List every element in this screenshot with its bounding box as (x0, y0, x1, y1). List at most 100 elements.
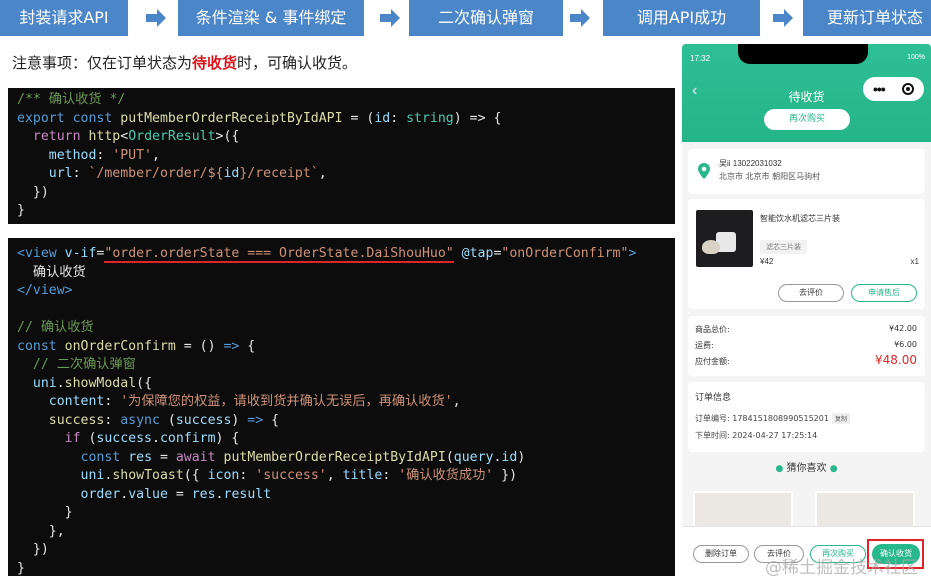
code-token: , (326, 468, 343, 483)
dot-icon: ● (775, 464, 784, 474)
code-token: . (215, 486, 224, 502)
code-token: => (247, 412, 264, 428)
code-token: ) (517, 449, 526, 465)
code-token: `/member/order/${ (88, 166, 224, 181)
code-token: ({ (183, 468, 208, 483)
guess-text: 猜你喜欢 (786, 463, 827, 474)
watermark: @稀土掘金技术社区 (765, 558, 918, 578)
review-button[interactable]: 去评价 (778, 284, 844, 302)
flow-step-2: 条件渲染 & 事件绑定 (178, 0, 364, 36)
code-token: . (120, 486, 129, 502)
copy-button[interactable]: 复制 (831, 413, 850, 424)
code-token: : (104, 412, 121, 428)
process-flow: 封装请求API 条件渲染 & 事件绑定 二次确认弹窗 调用API成功 更新订单状… (0, 0, 931, 38)
code-comment: /** 确认收货 */ (17, 92, 126, 107)
code-token: res (191, 486, 216, 502)
code-token: confirm (159, 431, 216, 446)
code-token: } (64, 505, 73, 520)
code-token: }) (32, 542, 49, 557)
code-token: export (17, 110, 65, 126)
goods-name[interactable]: 智能饮水机滤芯三片装 (760, 213, 840, 224)
code-token: success (175, 412, 232, 428)
code-token: @tap (461, 246, 494, 261)
order-number: 订单编号: 1784151808990515201 复制 (695, 413, 850, 424)
price-row: 运费: ¥6.00 (695, 340, 917, 351)
delete-order-button[interactable]: 删除订单 (693, 545, 749, 563)
goods-image-cat (702, 240, 720, 254)
code-token: if (64, 431, 81, 446)
dot-icon: ● (829, 464, 838, 474)
order-time: 下单时间: 2024-04-27 17:25:14 (695, 431, 818, 440)
code-token: = () (175, 338, 224, 354)
code-token: return (32, 129, 81, 144)
note-text: 注意事项：仅在订单状态为待收货时，可确认收货。 (12, 52, 357, 73)
code-token: }) (493, 468, 518, 483)
code-token: id (374, 110, 391, 126)
address-name-phone: 吴ii 13022031032 (719, 159, 782, 168)
code-token: putMemberOrderReceiptByIdAPI (120, 110, 343, 126)
code-token: result (223, 486, 272, 502)
code-token: >({ (215, 129, 240, 144)
goods-price: ¥42 (760, 257, 774, 266)
code-token: OrderResult (128, 129, 216, 144)
guess-you-like-title: ● 猜你喜欢 ● (682, 459, 931, 474)
goods-image[interactable] (696, 210, 753, 267)
price-row: 应付金额: ¥48.00 (695, 353, 917, 367)
price-label: 应付金额: (695, 357, 730, 366)
code-token: </view> (17, 283, 73, 298)
code-token: <view (17, 246, 57, 261)
code-token: : (382, 468, 399, 483)
code-token: http (88, 129, 121, 144)
code-token: ( (80, 431, 97, 446)
price-card: 商品总价: ¥42.00 运费: ¥6.00 应付金额: ¥48.00 (688, 316, 925, 376)
price-value: ¥6.00 (894, 340, 917, 349)
code-token: } (17, 560, 25, 576)
location-pin-icon (698, 163, 710, 179)
code-token: ( (445, 449, 454, 465)
status-time: 17:32 (690, 54, 711, 63)
phone-preview: 17:32 100% ‹ 待收货 ••• 再次购买 吴ii 1302203103… (682, 44, 931, 581)
code-token: method (48, 147, 97, 163)
code-token: title (342, 468, 383, 483)
code-token: ) => { (453, 110, 502, 126)
address-card[interactable]: 吴ii 13022031032 北京市 北京市 朝阳区马驹村 (688, 149, 925, 194)
order-status-header: 17:32 100% ‹ 待收货 ••• 再次购买 (682, 44, 931, 142)
rebuy-button-top[interactable]: 再次购买 (764, 109, 850, 130)
price-row: 商品总价: ¥42.00 (695, 324, 917, 335)
close-target-icon[interactable] (902, 83, 914, 95)
code-token: = (167, 486, 192, 502)
code-token: = ( (342, 110, 375, 126)
status-battery: 100% (907, 54, 925, 61)
highlighted-condition: "order.orderState === OrderState.DaiShou… (104, 246, 454, 263)
code-token: , (452, 394, 461, 409)
code-token: }/receipt` (239, 166, 319, 181)
code-token: : (104, 394, 121, 409)
right-arrow-icon (569, 7, 591, 29)
code-token: ) (231, 412, 248, 428)
code-token: id (501, 449, 518, 465)
code-token: '为保障您的权益，请收到货并确认无误后，再确认收货' (120, 394, 453, 409)
code-token: => (223, 338, 240, 354)
right-arrow-icon (379, 7, 401, 29)
code-token: { (239, 338, 256, 354)
code-token: > (628, 246, 637, 261)
code-token: = (152, 449, 176, 465)
note-suffix: 时，可确认收货。 (237, 54, 358, 72)
flow-step-4: 调用API成功 (603, 0, 760, 36)
code-token: await (175, 449, 216, 465)
code-token: content (48, 394, 105, 409)
code-token: showModal (64, 375, 137, 391)
code-token: const (17, 338, 57, 354)
code-token: : (390, 110, 407, 126)
code-token: ({ (136, 375, 153, 391)
mini-program-capsule[interactable]: ••• (863, 77, 924, 101)
more-dots-icon[interactable]: ••• (873, 81, 886, 97)
code-token: }, (48, 523, 65, 539)
code-token: { (263, 412, 280, 428)
after-sale-button[interactable]: 申请售后 (851, 284, 917, 302)
code-token: uni (80, 468, 105, 483)
right-arrow-icon (772, 7, 794, 29)
note-prefix: 注意事项：仅在订单状态为 (12, 54, 193, 72)
code-comment: // 确认收货 (17, 320, 94, 335)
code-token: . (152, 431, 160, 446)
